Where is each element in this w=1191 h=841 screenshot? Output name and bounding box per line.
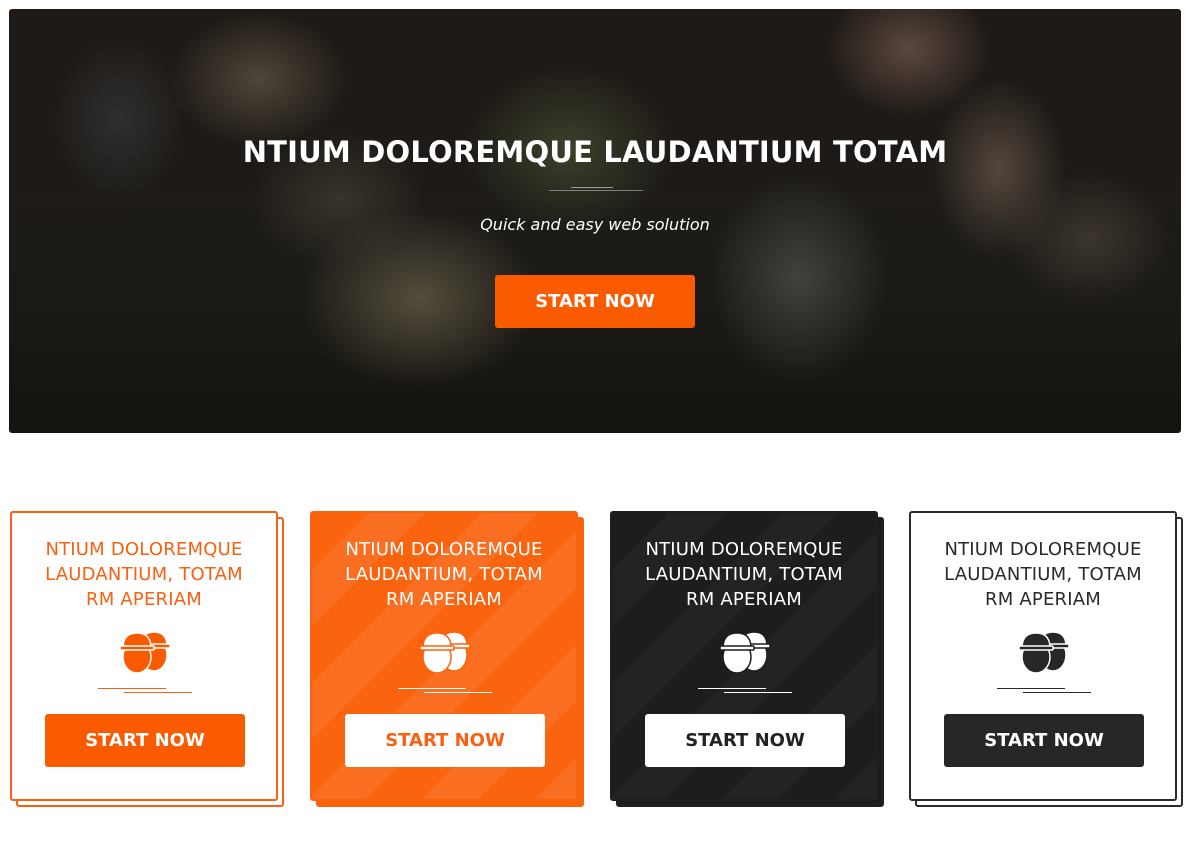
card-divider [98, 688, 194, 694]
hero-banner: NTIUM DOLOREMQUE LAUDANTIUM TOTAM Quick … [9, 9, 1181, 433]
card-divider [398, 688, 494, 694]
card-divider [698, 688, 794, 694]
construction-workers-icon [419, 631, 471, 674]
card-start-now-button[interactable]: START NOW [944, 714, 1144, 767]
construction-workers-icon [1018, 631, 1070, 674]
card-title: NTIUM DOLOREMQUE LAUDANTIUM, TOTAM RM AP… [345, 539, 543, 610]
card-start-now-button[interactable]: START NOW [45, 714, 245, 767]
card-start-now-button[interactable]: START NOW [645, 714, 845, 767]
construction-workers-icon [719, 631, 771, 674]
card-dark: NTIUM DOLOREMQUE LAUDANTIUM, TOTAM RM AP… [610, 511, 884, 807]
hero-start-now-button[interactable]: START NOW [495, 275, 695, 328]
card-start-now-button[interactable]: START NOW [345, 714, 545, 767]
card-title: NTIUM DOLOREMQUE LAUDANTIUM, TOTAM RM AP… [645, 539, 843, 610]
card-white-dark: NTIUM DOLOREMQUE LAUDANTIUM, TOTAM RM AP… [909, 511, 1183, 807]
hero-title: NTIUM DOLOREMQUE LAUDANTIUM TOTAM [242, 135, 948, 169]
card-orange: NTIUM DOLOREMQUE LAUDANTIUM, TOTAM RM AP… [310, 511, 584, 807]
card-divider [997, 688, 1093, 694]
hero-subtitle: Quick and easy web solution [480, 215, 710, 234]
construction-workers-icon [119, 631, 171, 674]
card-title: NTIUM DOLOREMQUE LAUDANTIUM, TOTAM RM AP… [944, 539, 1142, 610]
hero-divider [549, 187, 643, 193]
card-title: NTIUM DOLOREMQUE LAUDANTIUM, TOTAM RM AP… [45, 539, 243, 610]
card-white-orange: NTIUM DOLOREMQUE LAUDANTIUM, TOTAM RM AP… [10, 511, 284, 807]
